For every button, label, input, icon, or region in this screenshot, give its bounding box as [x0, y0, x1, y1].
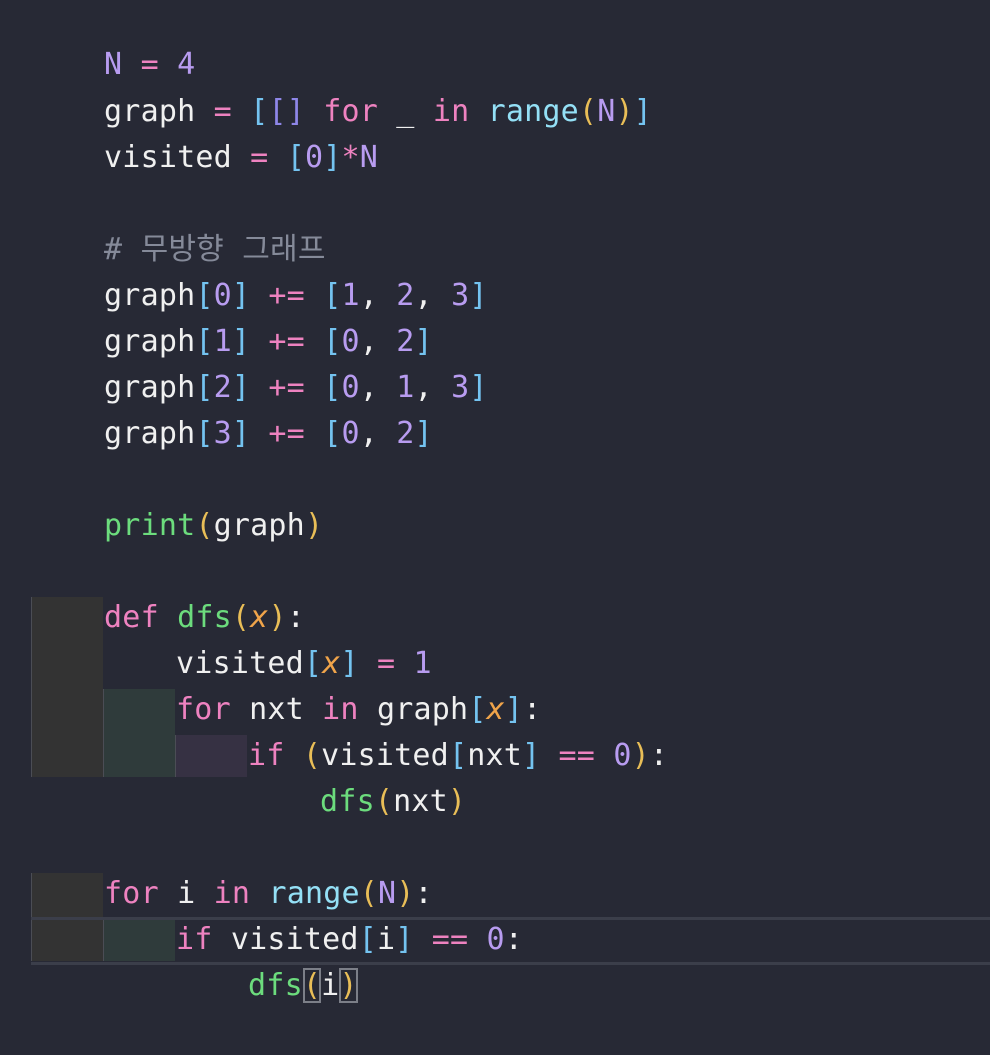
token-paren-matched: ( [302, 968, 322, 1003]
token-identifier: i [321, 968, 340, 1003]
token-bracket: ] [414, 416, 433, 451]
token-paren-matched: ) [339, 968, 358, 1003]
code-line-17[interactable]: dfs(nxt) [247, 733, 466, 819]
token-identifier: graph [104, 416, 196, 451]
token-function-call: dfs [248, 968, 303, 1003]
token-bracket: [ [286, 140, 305, 175]
token-identifier: i [376, 922, 396, 957]
token-number: 0 [304, 140, 324, 175]
code-line-6[interactable]: graph[0] += [1, 2, 3] [31, 227, 488, 313]
token-bracket: ] [633, 94, 652, 129]
code-line-2[interactable]: graph = [[] for _ in range(N)] [31, 43, 652, 129]
code-line-16[interactable]: if (visited[nxt] == 0): [175, 687, 668, 773]
token-builtin-function: print [104, 508, 196, 543]
code-line-14[interactable]: visited[x] = 1 [103, 595, 432, 681]
token-identifier: N [359, 140, 379, 175]
token-bracket: ] [231, 416, 251, 451]
token-number: 3 [213, 416, 232, 451]
token-bracket: [ [323, 416, 342, 451]
token-operator: == [558, 738, 596, 773]
code-line-19[interactable]: for i in range(N): [31, 825, 433, 911]
code-line-8[interactable]: graph[2] += [0, 1, 3] [31, 319, 488, 405]
token-bracket: [ [358, 922, 377, 957]
code-line-7[interactable]: graph[1] += [0, 2] [31, 273, 433, 359]
token-bracket: ] [469, 278, 488, 313]
token-identifier: graph [213, 508, 305, 543]
token-paren: ) [631, 738, 650, 773]
token-number: 0 [341, 416, 360, 451]
token-function-call: dfs [320, 784, 375, 819]
token-punctuation: : [649, 738, 669, 773]
token-bracket: [ [195, 416, 214, 451]
code-line-11[interactable]: print(graph) [31, 457, 323, 543]
token-punctuation: , [359, 416, 397, 451]
code-line-1[interactable]: N = 4 [31, 0, 195, 82]
code-line-21[interactable]: dfs(i) [175, 917, 358, 1003]
token-bracket: ] [395, 922, 414, 957]
token-paren: ) [304, 508, 324, 543]
token-identifier: visited [104, 140, 232, 175]
code-line-13[interactable]: def dfs(x): [31, 549, 305, 635]
token-number: 0 [486, 922, 505, 957]
token-operator: += [268, 416, 305, 451]
token-identifier: nxt [467, 738, 523, 773]
token-identifier: nxt [393, 784, 448, 819]
code-editor[interactable]: N = 4 graph = [[] for _ in range(N)] vis… [0, 0, 990, 1044]
code-line-15[interactable]: for nxt in graph[x]: [103, 641, 541, 727]
token-number: 3 [451, 278, 470, 313]
token-number: 0 [613, 738, 632, 773]
token-builtin: range [487, 94, 579, 129]
token-paren: ) [447, 784, 467, 819]
token-paren: ( [374, 784, 394, 819]
token-bracket: ] [323, 140, 342, 175]
token-identifier: N [597, 94, 616, 129]
token-identifier: _ [378, 94, 433, 129]
token-operator: == [431, 922, 469, 957]
token-bracket: ] [469, 370, 488, 405]
token-number: 2 [396, 416, 415, 451]
token-paren: ) [615, 94, 634, 129]
token-operator: * [341, 140, 360, 175]
token-keyword: in [432, 94, 470, 129]
token-paren: ( [578, 94, 598, 129]
code-line-5[interactable]: # 무방향 그래프 [31, 181, 326, 267]
token-operator: = [231, 140, 287, 175]
code-line-3[interactable]: visited = [0]*N [31, 89, 378, 175]
code-line-20[interactable]: if visited[i] == 0: [103, 871, 523, 957]
token-number: 3 [451, 370, 470, 405]
code-line-9[interactable]: graph[3] += [0, 2] [31, 365, 433, 451]
token-paren: ( [195, 508, 214, 543]
token-bracket: ] [522, 738, 541, 773]
token-punctuation: : [504, 922, 524, 957]
